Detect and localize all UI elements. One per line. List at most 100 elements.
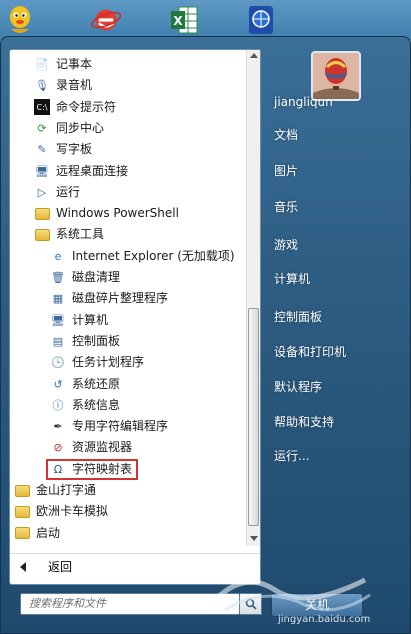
- folder-icon: [14, 525, 30, 541]
- back-arrow-icon: [20, 561, 26, 572]
- program-label: Windows PowerShell: [56, 206, 179, 221]
- qq-icon[interactable]: [4, 2, 36, 38]
- scroll-down-arrow-icon[interactable]: [250, 536, 258, 541]
- notepad-icon: 📄: [35, 58, 49, 71]
- program-item[interactable]: e Internet Explorer (无加载项): [50, 246, 235, 267]
- search-input[interactable]: 搜索程序和文件: [20, 593, 240, 615]
- program-label: 磁盘清理: [72, 270, 121, 284]
- program-label: 资源监视器: [72, 440, 133, 455]
- program-item[interactable]: ✒ 专用字符编辑程序: [50, 416, 168, 437]
- program-label: 系统信息: [72, 397, 121, 412]
- program-item[interactable]: 金山打字通: [14, 480, 96, 501]
- monitor-icon: ⊘: [53, 441, 63, 455]
- scroll-thumb[interactable]: [248, 308, 259, 526]
- program-label: 专用字符编辑程序: [72, 419, 169, 434]
- program-label: 记事本: [56, 57, 93, 71]
- system-info-icon: ⓘ: [52, 398, 64, 412]
- program-label: 启动: [36, 525, 61, 540]
- program-item[interactable]: ⊘ 资源监视器: [50, 437, 132, 458]
- folder-icon: [14, 483, 30, 499]
- top-taskbar: X: [0, 0, 411, 40]
- clock-icon: 🕒: [51, 356, 65, 370]
- program-item[interactable]: ▦ 磁盘碎片整理程序: [50, 288, 168, 309]
- right-menu-devices-printers[interactable]: 设备和打印机: [266, 339, 406, 365]
- right-menu-computer[interactable]: 计算机: [266, 266, 406, 292]
- cmd-icon: C:\: [34, 99, 50, 116]
- program-item[interactable]: 🕒 任务计划程序: [50, 352, 144, 373]
- program-list-scrollbar[interactable]: [246, 50, 260, 546]
- program-item[interactable]: 欧洲卡车模拟: [14, 501, 108, 522]
- excel-icon[interactable]: X: [168, 2, 200, 38]
- program-item[interactable]: Ω 字符映射表: [46, 458, 139, 480]
- program-item[interactable]: ▤ 控制面板: [50, 331, 120, 352]
- program-label: 命令提示符: [56, 99, 117, 114]
- program-item[interactable]: 📄 记事本: [34, 54, 92, 75]
- folder-icon: [34, 227, 50, 243]
- program-label: 运行: [56, 184, 81, 199]
- sync-icon: ⟳: [37, 121, 47, 135]
- right-menu-music[interactable]: 音乐: [266, 194, 406, 220]
- folder-icon: [34, 206, 50, 222]
- program-item[interactable]: ⓘ 系统信息: [50, 395, 121, 416]
- right-menu-control-panel[interactable]: 控制面板: [266, 304, 406, 330]
- program-item[interactable]: ▷ 运行: [34, 182, 80, 203]
- program-list: 📄 记事本 🎙 录音机 C:\ 命令提示符 ⟳ 同步中心 ✎ 写字板 🖥 远程桌面连接 ▷ 运行 Windo…: [10, 50, 246, 546]
- remote-desktop-icon: 🖥: [35, 164, 49, 178]
- right-menu-help-support[interactable]: 帮助和支持: [266, 409, 406, 435]
- program-label: 欧洲卡车模拟: [36, 504, 109, 519]
- search-button[interactable]: [240, 593, 262, 615]
- watermark-text: jingyan.baidu.com: [278, 614, 371, 625]
- control-panel-icon: ▤: [52, 334, 64, 348]
- program-label: 计算机: [72, 312, 109, 327]
- program-label: 金山打字通: [36, 483, 97, 497]
- programs-pane: 📄 记事本 🎙 录音机 C:\ 命令提示符 ⟳ 同步中心 ✎ 写字板 🖥 远程桌面连接 ▷ 运行 Windo…: [9, 49, 261, 585]
- computer-icon: 🖥: [51, 313, 65, 327]
- program-label: 录音机: [56, 78, 93, 93]
- disk-cleanup-icon: 🗑: [51, 271, 65, 284]
- right-menu-run[interactable]: 运行...: [266, 443, 406, 469]
- back-label: 返回: [48, 560, 73, 574]
- program-item[interactable]: ⟳ 同步中心: [34, 118, 104, 139]
- program-label: 系统还原: [72, 376, 121, 391]
- program-item[interactable]: C:\ 命令提示符: [34, 97, 116, 118]
- right-menu-documents[interactable]: 文档: [266, 122, 406, 148]
- wordpad-icon: ✎: [37, 143, 47, 157]
- program-item[interactable]: 启动: [14, 523, 60, 544]
- ie-browser-icon[interactable]: [90, 2, 122, 38]
- program-item[interactable]: 🗑 磁盘清理: [50, 267, 120, 288]
- program-label: 系统工具: [56, 227, 105, 242]
- search-icon: [245, 598, 257, 610]
- right-menu-games[interactable]: 游戏: [266, 232, 406, 258]
- ie-icon: e: [54, 249, 62, 263]
- right-menu-user-name[interactable]: jiangliqun: [266, 89, 406, 115]
- program-label: 写字板: [56, 142, 93, 157]
- pen-icon: ✒: [53, 420, 63, 434]
- svg-text:X: X: [173, 14, 183, 28]
- right-menu-pictures[interactable]: 图片: [266, 158, 406, 184]
- program-item[interactable]: 系统工具: [34, 224, 104, 245]
- program-label: 任务计划程序: [72, 355, 145, 370]
- program-label: 控制面板: [72, 333, 121, 348]
- microphone-icon: 🎙: [35, 79, 49, 93]
- program-item[interactable]: ↺ 系统还原: [50, 374, 120, 395]
- scroll-up-arrow-icon[interactable]: [250, 53, 258, 58]
- program-item[interactable]: 🖥 远程桌面连接: [34, 161, 128, 182]
- program-item[interactable]: 🎙 录音机: [34, 75, 92, 96]
- program-item[interactable]: Windows PowerShell: [34, 203, 179, 224]
- program-item[interactable]: 🖥 计算机: [50, 310, 108, 331]
- program-label: Internet Explorer (无加载项): [72, 248, 235, 263]
- program-item[interactable]: ✎ 写字板: [34, 139, 92, 160]
- defrag-icon: ▦: [52, 292, 64, 306]
- start-menu: 📄 记事本 🎙 录音机 C:\ 命令提示符 ⟳ 同步中心 ✎ 写字板 🖥 远程桌面连接 ▷ 运行 Windo…: [0, 36, 411, 634]
- program-label: 同步中心: [56, 120, 105, 135]
- basketball-app-icon[interactable]: [245, 2, 277, 38]
- run-icon: ▷: [37, 185, 47, 199]
- system-restore-icon: ↺: [53, 377, 63, 391]
- program-label: 远程桌面连接: [56, 163, 129, 178]
- program-label: 磁盘碎片整理程序: [72, 291, 169, 306]
- program-label: 字符映射表: [72, 461, 133, 476]
- back-button[interactable]: 返回: [10, 553, 260, 579]
- right-menu-default-programs[interactable]: 默认程序: [266, 374, 406, 400]
- char-map-icon: Ω: [53, 462, 63, 476]
- folder-icon: [14, 504, 30, 520]
